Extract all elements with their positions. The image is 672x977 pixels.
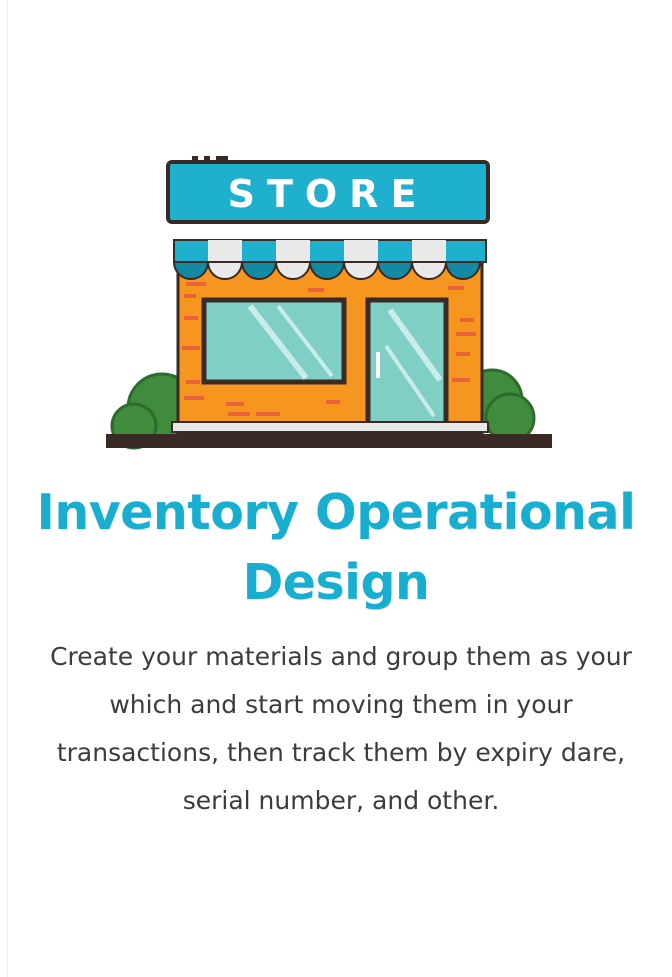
description-text: Create your materials and group them as … (20, 633, 662, 825)
description-line-4: serial number, and other. (182, 786, 500, 815)
building-base (171, 421, 489, 433)
onboarding-screen: STORE Inventory Operational Design Creat… (0, 0, 672, 977)
title-line-2: Design (242, 554, 430, 611)
description-line-3: transactions, then track them by expiry … (56, 738, 626, 767)
page-title: Inventory Operational Design (0, 478, 672, 618)
store-sign-text: STORE (228, 172, 429, 216)
striped-awning (172, 239, 487, 280)
title-line-1: Inventory Operational (36, 484, 636, 541)
description-line-2: which and start moving them in your (109, 690, 573, 719)
store-illustration: STORE (106, 156, 552, 450)
ground-line (106, 434, 552, 448)
description-line-1: Create your materials and group them as … (50, 642, 632, 671)
